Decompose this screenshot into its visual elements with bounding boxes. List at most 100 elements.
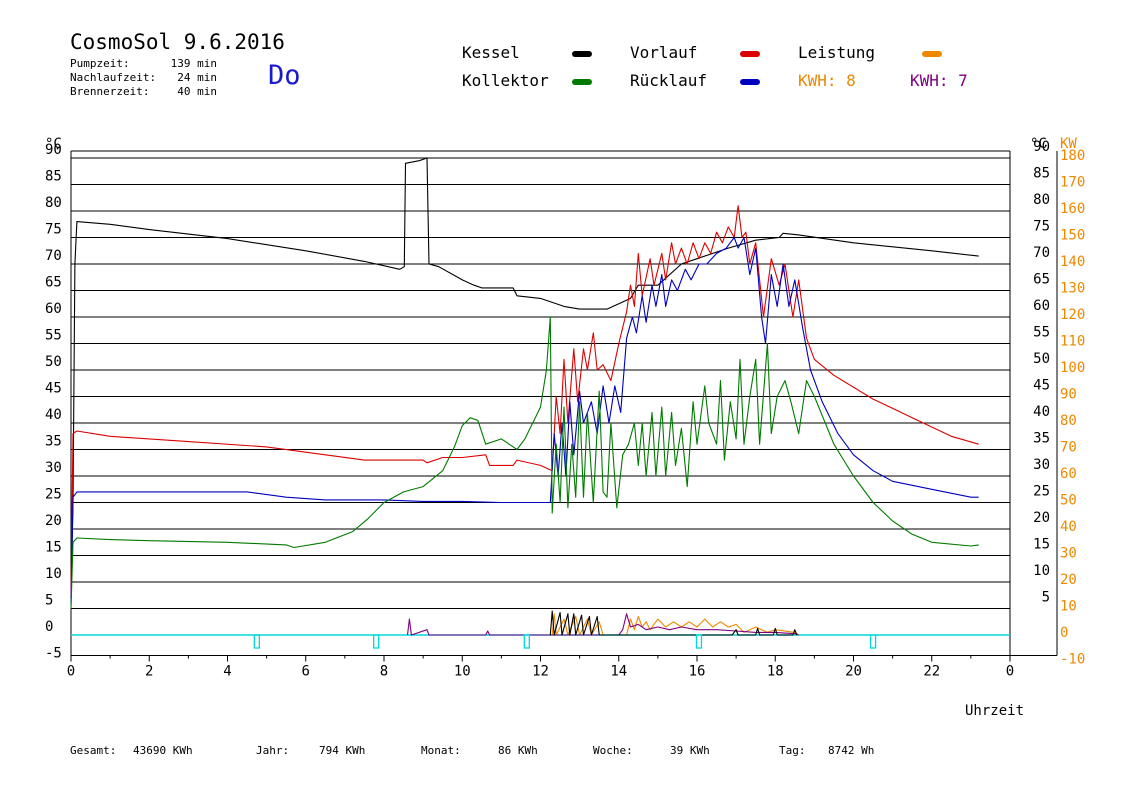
y-tick-label: 80: [45, 195, 62, 211]
y-right-tick-label: 20: [1033, 510, 1050, 526]
x-axis: 0 2 4 6 8 10 12 14 16 18 20 22 0: [67, 655, 1014, 680]
y-axis-right-temp: 51015202530354045505560657075808590: [1033, 139, 1050, 606]
footer-tag-label: Tag:: [779, 744, 806, 757]
baseline-marker: [869, 634, 877, 649]
y-tick-label: 20: [45, 513, 62, 529]
y-tick-label: 10: [45, 566, 62, 582]
series-vorlauf: [70, 205, 979, 598]
y-right-tick-label: 35: [1033, 431, 1050, 447]
x-tick-label: 10: [454, 664, 471, 680]
power-tick-label: 10: [1060, 599, 1077, 615]
y-tick-label: 75: [45, 222, 62, 238]
y-tick-label: 30: [45, 460, 62, 476]
power-tick-label: 160: [1060, 201, 1085, 217]
x-axis-label: Uhrzeit: [965, 703, 1024, 719]
power-tick-label: 140: [1060, 254, 1085, 270]
y-tick-label: -5: [45, 646, 62, 662]
y-tick-label: 25: [45, 487, 62, 503]
y-unit-right: °C: [1030, 136, 1047, 152]
footer-gesamt-label: Gesamt:: [70, 744, 117, 757]
series-r-cklauf: [70, 236, 979, 604]
power-tick-label: 50: [1060, 493, 1077, 509]
y-right-tick-label: 40: [1033, 404, 1050, 420]
y-right-tick-label: 5: [1042, 590, 1050, 606]
baseline-marker: [695, 634, 703, 649]
y-right-tick-label: 85: [1033, 166, 1050, 182]
footer-monat-label: Monat:: [421, 744, 461, 757]
y-right-tick-label: 30: [1033, 457, 1050, 473]
y-right-tick-label: 80: [1033, 192, 1050, 208]
footer-jahr-label: Jahr:: [256, 744, 290, 757]
x-tick-label: 16: [689, 664, 706, 680]
power-tick-label: 130: [1060, 281, 1085, 297]
power-tick-label: 100: [1060, 360, 1085, 376]
power-tick-label: 20: [1060, 572, 1077, 588]
power-tick-label: 30: [1060, 546, 1077, 562]
y-tick-label: 15: [45, 540, 62, 556]
y-tick-label: 55: [45, 328, 62, 344]
y-right-tick-label: 45: [1033, 378, 1050, 394]
y-tick-label: 65: [45, 275, 62, 291]
y-unit-power: KW: [1060, 136, 1077, 152]
power-tick-label: 150: [1060, 228, 1085, 244]
series-kwh-7: [406, 613, 799, 636]
x-tick-label: 0: [67, 664, 75, 680]
y-tick-label: 5: [45, 593, 53, 609]
x-tick-label: 20: [845, 664, 862, 680]
y-tick-label: 40: [45, 407, 62, 423]
power-tick-label: 80: [1060, 413, 1077, 429]
power-tick-label: 60: [1060, 466, 1077, 482]
chart-markers: [253, 634, 877, 649]
chart-grid: [70, 150, 1058, 656]
x-tick-label: 18: [767, 664, 784, 680]
footer-monat-value: 86 KWh: [498, 744, 538, 757]
x-tick-label: 0: [1006, 664, 1014, 680]
baseline-marker: [373, 634, 380, 649]
y-right-tick-label: 70: [1033, 245, 1050, 261]
y-tick-label: 70: [45, 248, 62, 264]
x-tick-label: 12: [532, 664, 549, 680]
y-tick-label: 50: [45, 354, 62, 370]
y-axis-right-power: -10 0 10 20 30 40 50 60 70 80 90 100 110 120 130 140 150…: [1060, 148, 1085, 668]
footer-jahr-value: 794 KWh: [319, 744, 366, 757]
x-tick-label: 6: [302, 664, 310, 680]
y-right-tick-label: 75: [1033, 219, 1050, 235]
x-tick-label: 2: [145, 664, 153, 680]
y-right-tick-label: 10: [1033, 563, 1050, 579]
y-tick-label: 35: [45, 434, 62, 450]
power-tick-label: 170: [1060, 175, 1085, 191]
y-tick-label: 85: [45, 169, 62, 185]
series-kessel-brenner: [549, 610, 798, 636]
footer-tag-value: 8742 Wh: [828, 744, 875, 757]
y-right-tick-label: 60: [1033, 298, 1050, 314]
power-tick-label: 0: [1060, 625, 1068, 641]
x-tick-label: 22: [923, 664, 940, 680]
power-tick-label: 70: [1060, 440, 1077, 456]
footer-woche-value: 39 KWh: [670, 744, 710, 757]
y-tick-label: 60: [45, 301, 62, 317]
power-tick-label: 120: [1060, 307, 1085, 323]
x-tick-label: 4: [223, 664, 231, 680]
y-right-tick-label: 15: [1033, 537, 1050, 553]
power-tick-label: -10: [1060, 652, 1085, 668]
series-kessel: [70, 157, 979, 598]
y-right-tick-label: 55: [1033, 325, 1050, 341]
footer-woche-label: Woche:: [593, 744, 633, 757]
series-kollektor: [70, 316, 979, 609]
power-tick-label: 40: [1060, 519, 1077, 535]
baseline-marker: [523, 634, 530, 649]
x-tick-label: 14: [610, 664, 627, 680]
y-right-tick-label: 50: [1033, 351, 1050, 367]
y-tick-label: 0: [45, 619, 53, 635]
footer-gesamt-value: 43690 KWh: [133, 744, 193, 757]
y-tick-label: 45: [45, 381, 62, 397]
y-right-tick-label: 65: [1033, 272, 1050, 288]
y-unit-left: °C: [45, 136, 62, 152]
temperature-chart: -5051015202530354045505560657075808590 5…: [45, 136, 1085, 719]
power-tick-label: 90: [1060, 387, 1077, 403]
x-tick-label: 8: [380, 664, 388, 680]
y-axis-left: -5051015202530354045505560657075808590: [45, 142, 62, 662]
power-tick-label: 110: [1060, 334, 1085, 350]
y-right-tick-label: 25: [1033, 484, 1050, 500]
baseline-marker: [253, 634, 260, 649]
